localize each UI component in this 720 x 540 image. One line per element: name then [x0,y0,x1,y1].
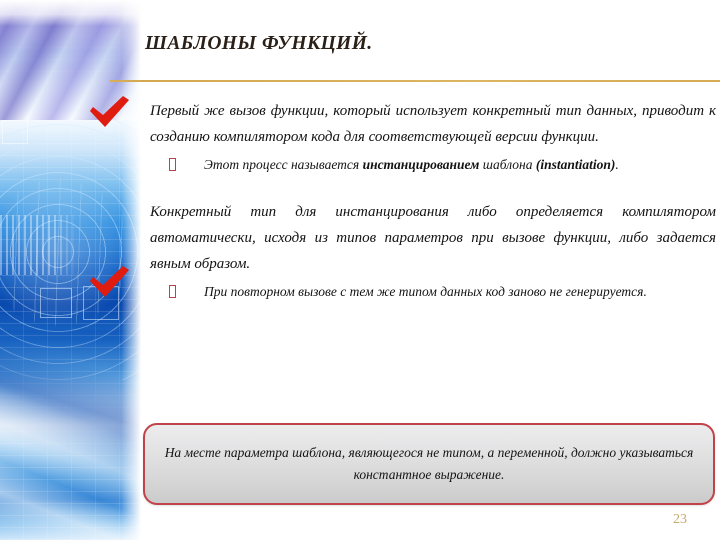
sub-text-before: Этот процесс называется [204,157,363,172]
callout-text: На месте параметра шаблона, являющегося … [164,445,694,482]
red-check-icon [88,266,130,300]
sub-bold-term: инстанцированием [362,157,480,172]
sub-text: При повторном вызове с тем же типом данн… [204,284,647,299]
page-number: 23 [673,512,687,527]
presentation-slide: ШАБЛОНЫ ФУНКЦИЙ. Первый же вызов функции… [0,0,720,540]
slide-body: Первый же вызов функции, который использ… [150,98,716,302]
sub-bullet-instantiation: Этот процесс называется инстанцированием… [150,154,716,175]
title-underline-rule [110,80,720,82]
sub-text-after: . [615,157,619,172]
paragraph-type-resolution: Конкретный тип для инстанцирования либо … [150,204,716,272]
square-outline-bullet-icon [169,158,176,171]
paragraph-first-call: Первый же вызов функции, который использ… [150,103,716,145]
square-outline-bullet-icon [169,285,176,298]
callout-box: На месте параметра шаблона, являющегося … [143,423,715,505]
sub-bullet-repeat-call: При повторном вызове с тем же типом данн… [150,281,716,302]
slide-title: ШАБЛОНЫ ФУНКЦИЙ. [145,33,373,54]
sub-text-middle: шаблона [479,157,536,172]
red-check-icon [88,96,130,130]
sub-bold-latin: (instantiation) [535,157,616,172]
